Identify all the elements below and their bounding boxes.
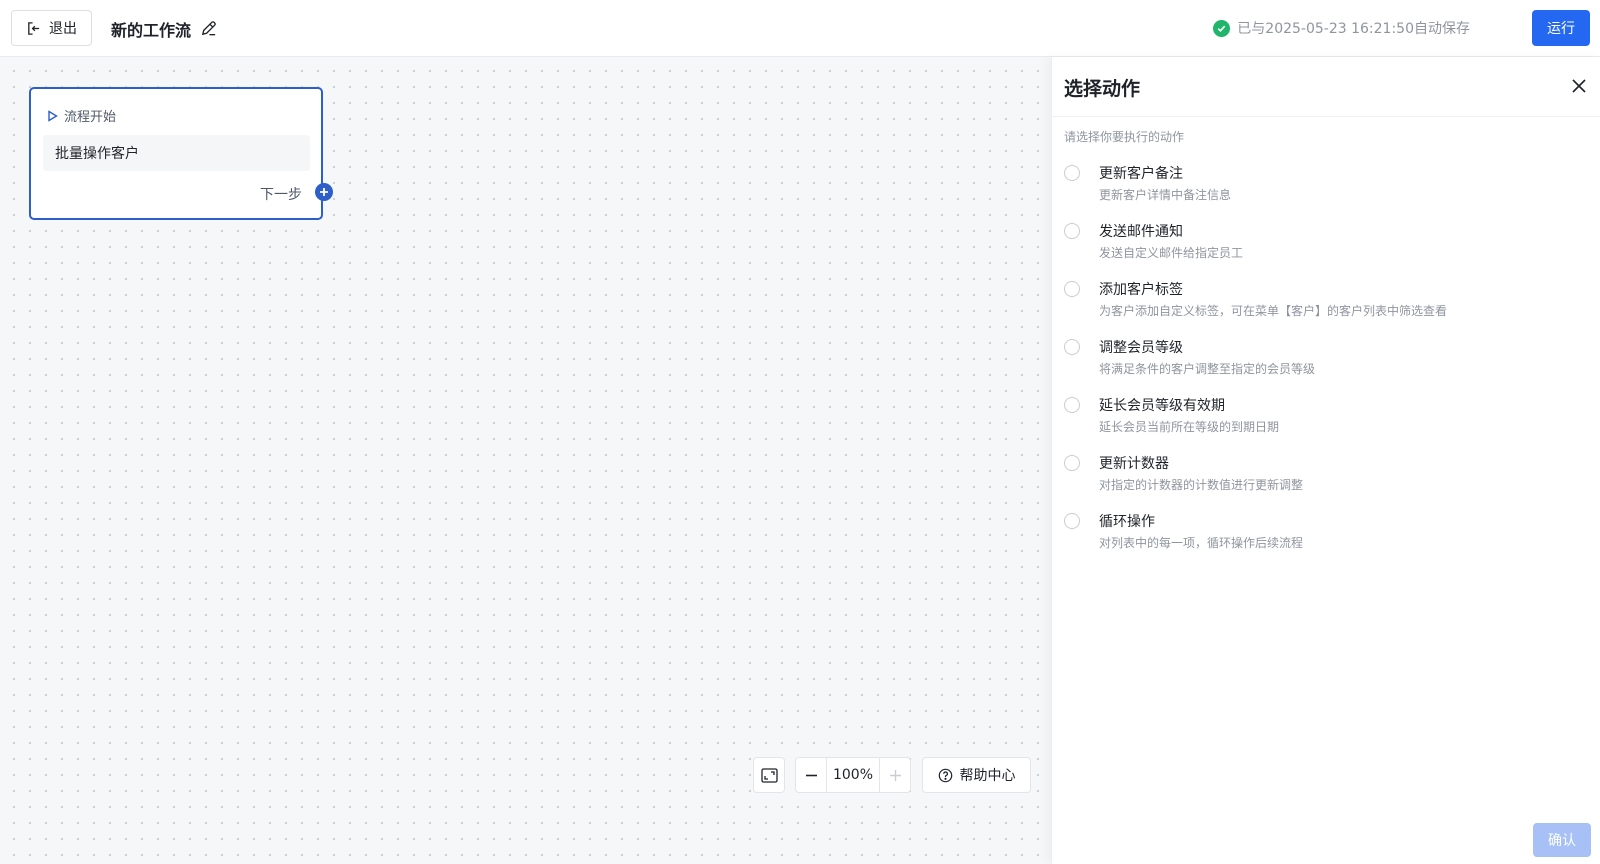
option-title: 调整会员等级: [1099, 340, 1183, 356]
panel-divider: [1052, 116, 1600, 117]
option-description: 更新客户详情中备注信息: [1099, 188, 1232, 202]
exit-label: 退出: [49, 20, 77, 36]
top-bar: 退出 新的工作流 已与2025-05-23 16:21:50自动保存 运行: [0, 0, 1600, 57]
autosave-text: 已与2025-05-23 16:21:50自动保存: [1237, 21, 1470, 37]
option-title: 发送邮件通知: [1099, 224, 1183, 240]
zoom-level: 100%: [826, 758, 880, 792]
question-circle-icon: [938, 768, 952, 782]
option-title: 延长会员等级有效期: [1099, 398, 1225, 414]
zoom-control: 100%: [795, 757, 911, 793]
exit-icon: [28, 21, 40, 35]
fit-screen-icon: [760, 767, 778, 783]
action-option[interactable]: 延长会员等级有效期 延长会员当前所在等级的到期日期: [1052, 395, 1600, 453]
workflow-title: 新的工作流: [111, 21, 192, 40]
edit-pencil-icon[interactable]: [199, 19, 218, 38]
option-description: 延长会员当前所在等级的到期日期: [1099, 420, 1280, 434]
next-step-label: 下一步: [260, 187, 302, 203]
radio-button[interactable]: [1064, 281, 1080, 297]
plus-icon: [889, 769, 901, 781]
workflow-canvas[interactable]: 流程开始 批量操作客户 下一步: [0, 57, 1051, 864]
radio-button[interactable]: [1064, 223, 1080, 239]
fit-view-button[interactable]: [753, 757, 785, 793]
action-panel: 选择动作 请选择你要执行的动作 更新客户备注 更新客户详情中备注信息 发送邮件通…: [1051, 57, 1600, 864]
radio-button[interactable]: [1064, 513, 1080, 529]
action-option[interactable]: 添加客户标签 为客户添加自定义标签，可在菜单【客户】的客户列表中筛选查看: [1052, 279, 1600, 337]
option-description: 为客户添加自定义标签，可在菜单【客户】的客户列表中筛选查看: [1099, 304, 1448, 318]
radio-button[interactable]: [1064, 397, 1080, 413]
add-step-icon[interactable]: [315, 183, 333, 201]
run-button[interactable]: 运行: [1532, 10, 1590, 46]
action-option[interactable]: 循环操作 对列表中的每一项，循环操作后续流程: [1052, 511, 1600, 569]
minus-icon: [805, 774, 817, 776]
zoom-in-button[interactable]: [880, 758, 910, 792]
close-icon[interactable]: [1570, 77, 1588, 95]
panel-title: 选择动作: [1064, 78, 1141, 100]
autosave-status: 已与2025-05-23 16:21:50自动保存: [1213, 18, 1470, 38]
option-title: 更新客户备注: [1099, 166, 1183, 182]
radio-button[interactable]: [1064, 455, 1080, 471]
option-description: 将满足条件的客户调整至指定的会员等级: [1099, 362, 1316, 376]
exit-button[interactable]: 退出: [11, 10, 92, 46]
option-title: 添加客户标签: [1099, 282, 1183, 298]
check-circle-icon: [1213, 19, 1231, 37]
option-title: 循环操作: [1099, 514, 1155, 530]
panel-subtitle: 请选择你要执行的动作: [1064, 130, 1185, 144]
help-center-button[interactable]: 帮助中心: [922, 757, 1031, 793]
action-option[interactable]: 更新客户备注 更新客户详情中备注信息: [1052, 163, 1600, 221]
node-header-label: 流程开始: [64, 110, 117, 125]
action-option[interactable]: 调整会员等级 将满足条件的客户调整至指定的会员等级: [1052, 337, 1600, 395]
radio-button[interactable]: [1064, 165, 1080, 181]
action-option[interactable]: 发送邮件通知 发送自定义邮件给指定员工: [1052, 221, 1600, 279]
action-option[interactable]: 更新计数器 对指定的计数器的计数值进行更新调整: [1052, 453, 1600, 511]
confirm-button[interactable]: 确认: [1533, 823, 1591, 857]
zoom-out-button[interactable]: [796, 758, 826, 792]
help-center-label: 帮助中心: [959, 768, 1016, 784]
node-body-label: 批量操作客户: [43, 135, 310, 171]
start-node[interactable]: 流程开始 批量操作客户 下一步: [29, 87, 333, 220]
node-header: 流程开始: [47, 106, 116, 125]
action-option-list: 更新客户备注 更新客户详情中备注信息 发送邮件通知 发送自定义邮件给指定员工 添…: [1052, 163, 1600, 569]
option-title: 更新计数器: [1099, 456, 1169, 472]
option-description: 发送自定义邮件给指定员工: [1099, 246, 1244, 260]
play-icon: [48, 109, 58, 122]
option-description: 对指定的计数器的计数值进行更新调整: [1099, 478, 1304, 492]
radio-button[interactable]: [1064, 339, 1080, 355]
option-description: 对列表中的每一项，循环操作后续流程: [1099, 536, 1304, 550]
